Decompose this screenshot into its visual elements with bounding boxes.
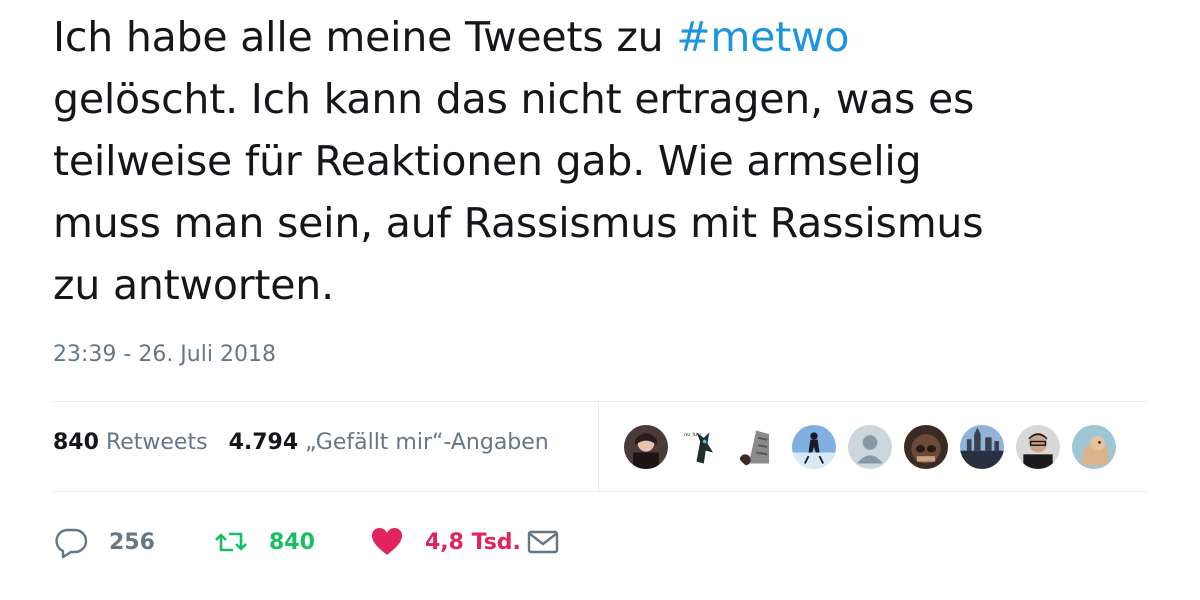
likes-stat[interactable]: 4.794 „Gefällt mir“-Angaben: [229, 430, 549, 455]
direct-message-button[interactable]: [525, 520, 561, 564]
avatar[interactable]: nu luu: [678, 423, 726, 471]
retweets-stat[interactable]: 840 Retweets: [53, 430, 208, 455]
stats-vertical-divider: [598, 401, 599, 491]
stats-divider-top: [53, 401, 1146, 402]
avatar[interactable]: [622, 423, 670, 471]
retweet-icon: [213, 524, 249, 560]
tweet-line: Ich habe alle meine Tweets zu #metwo: [53, 6, 1163, 68]
retweet-count: 840: [269, 529, 315, 555]
tweet-stats: 840 Retweets 4.794 „Gefällt mir“-Angaben: [53, 430, 563, 455]
tweet-line: muss man sein, auf Rassismus mit Rassism…: [53, 199, 984, 247]
tweet-timestamp[interactable]: 23:39 - 26. Juli 2018: [53, 342, 276, 367]
retweets-stat-count: 840: [53, 430, 99, 455]
reply-count: 256: [109, 529, 155, 555]
avatar[interactable]: [734, 423, 782, 471]
avatar[interactable]: [958, 423, 1006, 471]
like-button[interactable]: 4,8 Tsd.: [369, 520, 521, 564]
avatar[interactable]: [1014, 423, 1062, 471]
likes-stat-count: 4.794: [228, 430, 299, 455]
like-count: 4,8 Tsd.: [425, 529, 521, 555]
tweet-line: gelöscht. Ich kann das nicht ertragen, w…: [53, 75, 975, 123]
avatar[interactable]: [902, 423, 950, 471]
retweet-button[interactable]: 840: [213, 520, 315, 564]
avatar[interactable]: [1070, 423, 1118, 471]
actions-divider: [53, 491, 1146, 492]
svg-text:nu luu: nu luu: [684, 432, 701, 438]
reply-icon: [53, 524, 89, 560]
tweet-line-text: Ich habe alle meine Tweets zu: [53, 13, 677, 61]
retweets-stat-label: Retweets: [105, 430, 208, 455]
likes-stat-label: „Gefällt mir“-Angaben: [305, 430, 549, 455]
tweet-line: zu antworten.: [53, 261, 334, 309]
heart-icon: [369, 524, 405, 560]
reply-button[interactable]: 256: [53, 520, 155, 564]
hashtag-link[interactable]: #metwo: [676, 13, 849, 61]
mail-icon: [525, 524, 561, 560]
tweet-text: Ich habe alle meine Tweets zu #metwo gel…: [53, 6, 1163, 316]
avatar[interactable]: [846, 423, 894, 471]
avatar[interactable]: [790, 423, 838, 471]
tweet-line: teilweise für Reaktionen gab. Wie armsel…: [53, 137, 922, 185]
